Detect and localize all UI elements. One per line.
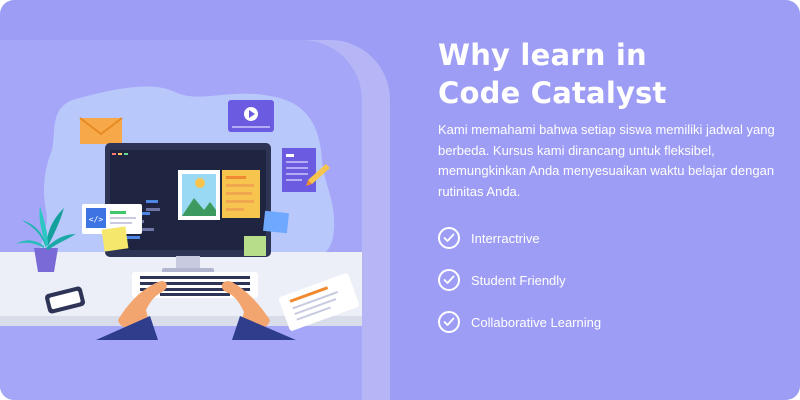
- image-icon: [178, 170, 220, 220]
- title-line-2: Code Catalyst: [438, 76, 667, 110]
- video-play-icon: [228, 100, 274, 132]
- sticky-note: [244, 236, 266, 256]
- feature-card: </> Why learn in Code Catalyst Kami mema…: [0, 0, 800, 400]
- feature-item-collaborative-learning: Collaborative Learning: [438, 309, 601, 335]
- envelope-icon: [79, 117, 123, 144]
- feature-label: Student Friendly: [471, 272, 566, 288]
- check-circle-icon: [438, 269, 460, 291]
- title-line-1: Why learn in: [438, 38, 647, 72]
- check-circle-icon: [438, 227, 460, 249]
- feature-label: Collaborative Learning: [471, 314, 602, 330]
- sticky-note: [101, 226, 129, 252]
- svg-text:</>: </>: [89, 215, 104, 224]
- feature-label: Interractrive: [471, 230, 540, 246]
- section-description: Kami memahami bahwa setiap siswa memilik…: [438, 122, 775, 199]
- workspace-illustration: </>: [0, 86, 362, 340]
- section-title: Why learn in Code Catalyst: [438, 36, 778, 112]
- screen-document: [222, 170, 260, 218]
- check-circle-icon: [438, 311, 460, 333]
- sticky-note: [263, 210, 289, 234]
- feature-item-student-friendly: Student Friendly: [438, 267, 566, 293]
- feature-item-interactive: Interractrive: [438, 225, 540, 251]
- document-icon: [282, 148, 316, 192]
